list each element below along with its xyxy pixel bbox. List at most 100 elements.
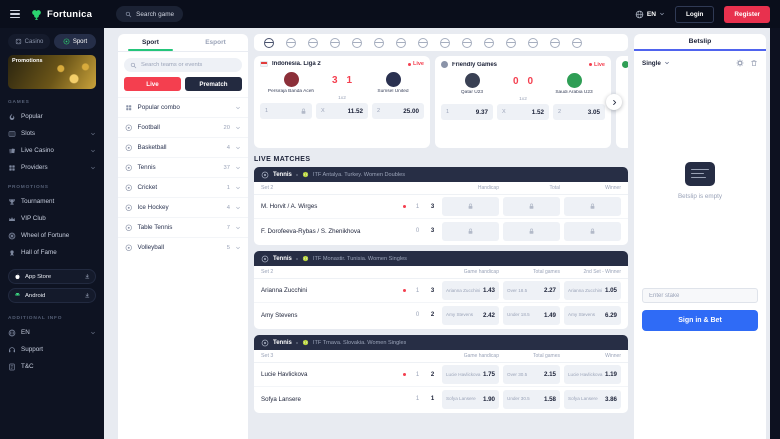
home-team-avatar [283,72,299,87]
chevron-down-icon [235,125,241,131]
sign-in-and-bet-button[interactable]: Sign in & Bet [642,310,758,331]
odds-cell[interactable]: Over 18.5 2.27 [503,281,560,300]
casino-toggle[interactable]: Casino [8,34,50,49]
sport-item-volleyball[interactable]: Volleyball 5 [118,237,248,257]
android-button[interactable]: Android [8,288,96,303]
odds-cell[interactable]: Over 30.5 2.15 [503,365,560,384]
bet-mode-dropdown[interactable]: Single [642,60,670,67]
sport-category-icon[interactable] [374,37,384,48]
chevron-down-icon [235,165,241,171]
sidebar-item-tournament[interactable]: Tournament [8,193,96,210]
sport-category-icon[interactable] [506,37,516,48]
register-button[interactable]: Register [724,5,770,23]
events-search[interactable] [124,58,242,72]
tab-sport[interactable]: Sport [118,34,183,51]
match-group-header[interactable]: Tennis ITF Antalya. Turkey. Women Double… [254,167,628,182]
sport-toggle[interactable]: Sport [54,34,96,49]
menu-icon[interactable] [10,9,20,19]
odds-button-2[interactable]: 2 3.05 [553,104,605,120]
search-game-button[interactable]: Search game [116,6,184,22]
live-badge: Live [588,62,605,68]
sport-category-icon[interactable] [308,37,318,48]
sport-toggle-label: Sport [72,38,88,45]
sidebar-item-popular[interactable]: Popular [8,108,96,125]
sidebar-item-vip-club[interactable]: VIP Club [8,210,96,227]
promotions-banner[interactable]: Promotions [8,55,96,89]
chevron-down-icon [235,205,241,211]
live-event-card[interactable]: Friendly Games Live Qatar U23 00 Saudi A… [435,56,611,148]
serving-indicator [400,289,408,292]
sport-category-icon[interactable] [440,37,450,48]
odds-cell[interactable]: Amy Stevens 6.29 [564,305,621,325]
odds-cell[interactable]: Amy Stevens 2.42 [442,305,499,325]
stake-input[interactable] [642,288,758,303]
odds-cell[interactable]: Sofya Lansere 1.90 [442,389,499,409]
sport-item-cricket[interactable]: Cricket 1 [118,177,248,197]
live-event-card[interactable]: Indonesia. Liga 2 Live Persiraja Banda A… [254,56,430,148]
sport-category-icon[interactable] [462,37,472,48]
sport-item-tennis[interactable]: Tennis 37 [118,157,248,177]
odds-button-1[interactable]: 1 9.37 [441,104,493,120]
volleyball-icon [125,244,133,252]
sport-item-football[interactable]: Football 20 [118,117,248,137]
login-button[interactable]: Login [675,5,715,23]
settings-gear-icon[interactable] [736,59,744,67]
live-mode-button[interactable]: Live [124,77,181,91]
sport-category-icon[interactable] [550,37,560,48]
odds-cell[interactable]: Arianna Zucchini 1.05 [564,281,621,300]
sport-item-basketball[interactable]: Basketball 4 [118,137,248,157]
sport-item-table-tennis[interactable]: Table Tennis 7 [118,217,248,237]
sidebar-language-row[interactable]: EN [8,324,96,341]
odds-cell[interactable]: Under 30.5 1.58 [503,389,560,409]
match-group-header[interactable]: Tennis ITF Monastir. Tunisia. Women Sing… [254,251,628,266]
tab-esport[interactable]: Esport [183,34,248,51]
sidebar-item-hall-of-fame[interactable]: Hall of Fame [8,244,96,261]
odds-button-x[interactable]: X 11.52 [316,103,368,119]
medal-icon [8,249,16,257]
brand-logo[interactable]: Fortunica [30,8,92,21]
sport-category-icon[interactable] [330,37,340,48]
trash-icon[interactable] [750,59,758,67]
language-switcher[interactable]: EN [635,10,665,19]
sport-category-icon[interactable] [572,37,582,48]
partial-card-avatar [622,61,628,68]
sport-category-icon[interactable] [396,37,406,48]
sidebar-item-slots[interactable]: Slots [8,125,96,142]
odds-cell[interactable]: Arianna Zucchini 1.43 [442,281,499,300]
sport-category-icon[interactable] [528,37,538,48]
match-row[interactable]: Lucie Havlickova 1 2 Lucie Havlickova 1.7… [254,363,628,387]
match-group-header[interactable]: Tennis ITF Trnava. Slovakia. Women Singl… [254,335,628,350]
sidebar-item-providers[interactable]: Providers [8,159,96,176]
sport-category-icon[interactable] [418,37,428,48]
sport-category-icon[interactable] [484,37,494,48]
sport-category-icon[interactable] [286,37,296,48]
app-store-button[interactable]: App Store [8,269,96,284]
sport-item-popular-combo[interactable]: Popular combo [118,97,248,117]
events-search-input[interactable] [141,62,236,68]
prematch-mode-button[interactable]: Prematch [185,77,242,91]
odds-cell[interactable]: Under 18.5 1.49 [503,305,560,325]
sidebar-item-support[interactable]: Support [8,341,96,358]
match-row[interactable]: Sofya Lansere 1 1 Sofya Lansere 1.90 Unde… [254,387,628,411]
odds-button-2[interactable]: 2 25.00 [372,103,424,119]
odds-button-x[interactable]: X 1.52 [497,104,549,120]
sport-item-ice-hockey[interactable]: Ice Hockey 4 [118,197,248,217]
dice-icon [15,38,22,45]
match-row[interactable]: Arianna Zucchini 1 3 Arianna Zucchini 1.4… [254,279,628,303]
match-row[interactable]: Amy Stevens 0 2 Amy Stevens 2.42 Under 18… [254,303,628,327]
carousel-next-button[interactable] [606,94,622,110]
sport-category-icon[interactable] [352,37,362,48]
sidebar-item-wheel-of-fortune[interactable]: Wheel of Fortune [8,227,96,244]
match-row[interactable]: M. Horvit / A. Wirges 1 3 [254,195,628,219]
match-row[interactable]: F. Dorofeeva-Rybas / S. Zhenikhova 0 3 [254,219,628,243]
promotions-section-title: PROMOTIONS [8,185,49,190]
odds-cell[interactable]: Lucie Havlickova 1.75 [442,365,499,384]
odds-cell[interactable]: Lucie Havlickova 1.19 [564,365,621,384]
tab-betslip[interactable]: Betslip [634,34,766,51]
sidebar-item-live-casino[interactable]: Live Casino [8,142,96,159]
sport-category-icon[interactable] [264,37,274,48]
sidebar-item-terms[interactable]: T&C [8,358,96,375]
android-icon [14,292,21,299]
football-icon [125,124,133,132]
odds-cell[interactable]: Sofya Lansere 3.86 [564,389,621,409]
